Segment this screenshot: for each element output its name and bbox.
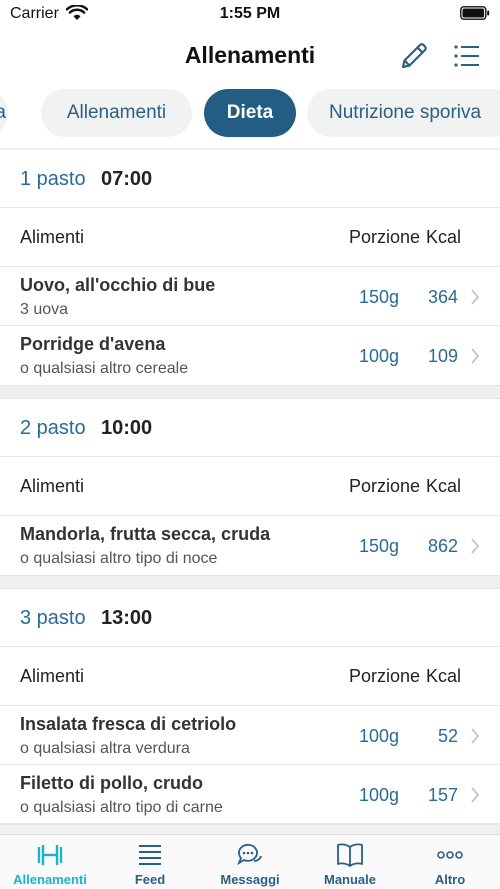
pencil-icon[interactable] [398, 40, 430, 72]
food-name: Uovo, all'occhio di bue [20, 275, 216, 295]
food-portion: 100g [358, 785, 399, 805]
chevron-right-icon [471, 787, 480, 803]
column-header: Alimenti Porzione Kcal [0, 647, 500, 706]
meal-header: 2 pasto 10:00 [0, 399, 500, 457]
food-kcal: 157 [427, 785, 458, 805]
column-header: Alimenti Porzione Kcal [0, 208, 500, 267]
food-row[interactable]: Mandorla, frutta secca, cruda o qualsias… [0, 516, 500, 575]
category-tabs: a Allenamenti Dieta Nutrizione sporiva [0, 85, 500, 143]
column-kcal: Kcal [426, 476, 462, 496]
food-row[interactable]: Uovo, all'occhio di bue 3 uova 150g 364 [0, 267, 500, 326]
column-portion: Porzione [349, 227, 421, 247]
tabbar-label: Messaggi [220, 872, 280, 887]
tabbar-label: Allenamenti [13, 872, 87, 887]
meal-header: 3 pasto 13:00 [0, 589, 500, 647]
column-foods: Alimenti [20, 476, 85, 496]
food-subtitle: o qualsiasi altro cereale [20, 360, 189, 377]
column-portion: Porzione [349, 476, 421, 496]
food-row[interactable]: Filetto di pollo, crudo o qualsiasi altr… [0, 765, 500, 824]
food-name: Mandorla, frutta secca, cruda [20, 524, 271, 544]
meal-time: 07:00 [101, 168, 153, 190]
food-kcal: 862 [427, 536, 458, 556]
column-portion: Porzione [349, 666, 421, 686]
book-icon [337, 843, 363, 867]
meal-header: 1 pasto 07:00 [0, 150, 500, 208]
status-bar: Carrier 1:55 PM [0, 0, 500, 30]
section-divider [0, 385, 500, 399]
tabbar-label: Altro [434, 872, 466, 887]
tab-nutrizione[interactable]: Nutrizione sporiva [307, 89, 500, 137]
meal-label: 3 pasto [20, 607, 86, 629]
food-name: Porridge d'avena [20, 334, 166, 354]
food-kcal: 364 [427, 287, 458, 307]
section-divider [0, 575, 500, 589]
food-portion: 100g [358, 726, 399, 746]
meal-time: 13:00 [101, 607, 153, 629]
diet-list[interactable]: 1 pasto 07:00 Alimenti Porzione Kcal Uov… [0, 148, 500, 834]
section-divider [0, 824, 500, 834]
column-header: Alimenti Porzione Kcal [0, 457, 500, 516]
food-portion: 150g [358, 536, 399, 556]
meal-time: 10:00 [101, 417, 153, 439]
battery-icon [460, 6, 490, 20]
food-kcal: 52 [437, 726, 458, 746]
chevron-right-icon [471, 728, 480, 744]
tab-dieta[interactable]: Dieta [204, 89, 296, 137]
column-foods: Alimenti [20, 227, 85, 247]
navigation-bar: Allenamenti [0, 30, 500, 85]
food-portion: 100g [358, 346, 399, 366]
column-kcal: Kcal [426, 227, 462, 247]
status-time: 1:55 PM [219, 5, 281, 22]
chat-icon [237, 843, 262, 866]
chevron-right-icon [471, 289, 480, 305]
food-row[interactable]: Insalata fresca di cetriolo o qualsiasi … [0, 706, 500, 765]
bottom-tab-bar: Allenamenti Feed Messaggi Manuale Altro [0, 834, 500, 889]
meal-label: 2 pasto [20, 417, 86, 439]
column-foods: Alimenti [20, 666, 85, 686]
dumbbell-icon [37, 845, 63, 865]
tabbar-allenamenti[interactable]: Allenamenti [0, 835, 100, 889]
food-portion: 150g [358, 287, 399, 307]
food-name: Filetto di pollo, crudo [20, 773, 203, 793]
chevron-right-icon [471, 538, 480, 554]
tabbar-manuale[interactable]: Manuale [300, 835, 400, 889]
tabbar-label: Manuale [323, 872, 376, 887]
food-kcal: 109 [427, 346, 458, 366]
list-icon[interactable] [454, 44, 480, 68]
food-subtitle: o qualsiasi altro tipo di noce [20, 550, 218, 567]
food-row[interactable]: Porridge d'avena o qualsiasi altro cerea… [0, 326, 500, 385]
food-subtitle: 3 uova [20, 301, 69, 318]
food-name: Insalata fresca di cetriolo [20, 714, 237, 734]
tab-previous[interactable]: a [0, 89, 8, 137]
tabbar-feed[interactable]: Feed [100, 835, 200, 889]
tabbar-messaggi[interactable]: Messaggi [200, 835, 300, 889]
meal-label: 1 pasto [20, 168, 86, 190]
column-kcal: Kcal [426, 666, 462, 686]
tabbar-altro[interactable]: Altro [400, 835, 500, 889]
feed-icon [139, 845, 161, 865]
tab-allenamenti[interactable]: Allenamenti [41, 89, 192, 137]
tabbar-label: Feed [134, 872, 166, 887]
more-icon [437, 851, 463, 859]
food-subtitle: o qualsiasi altra verdura [20, 740, 190, 757]
chevron-right-icon [471, 348, 480, 364]
food-subtitle: o qualsiasi altro tipo di carne [20, 799, 223, 816]
